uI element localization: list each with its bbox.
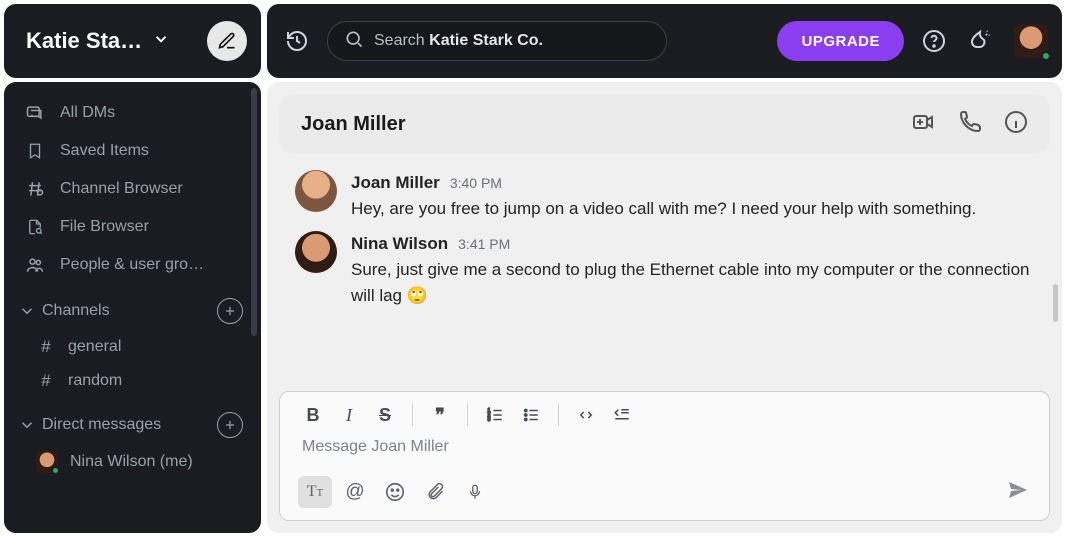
strike-button[interactable]: S	[370, 402, 400, 428]
conversation-actions	[910, 110, 1028, 139]
sidebar: Katie Sta… All DMs Saved Items	[4, 4, 261, 533]
message-input[interactable]: Message Joan Miller	[280, 432, 1049, 470]
add-video-button[interactable]	[910, 110, 936, 139]
toggle-formatting-button[interactable]: TT	[298, 476, 332, 508]
message-text: Hey, are you free to jump on a video cal…	[351, 196, 1034, 222]
avatar	[36, 451, 58, 473]
content: Joan Miller Joan Miller 3:40	[267, 82, 1062, 533]
presence-active-icon	[51, 466, 60, 475]
message-time: 3:41 PM	[458, 234, 510, 256]
dm-nina-wilson[interactable]: Nina Wilson (me)	[4, 444, 261, 480]
message-placeholder: Message Joan Miller	[302, 438, 449, 455]
divider	[467, 404, 468, 426]
emoji-button[interactable]	[378, 476, 412, 508]
presence-active-icon	[1041, 51, 1051, 61]
italic-button[interactable]: I	[334, 402, 364, 428]
search-workspace: Katie Stark Co.	[429, 32, 543, 49]
quote-button[interactable]: ❞	[425, 402, 455, 428]
search-input[interactable]: Search Katie Stark Co.	[327, 21, 667, 61]
channels-section: Channels	[4, 284, 261, 330]
codeblock-button[interactable]	[607, 402, 637, 428]
format-toolbar: B I S ❞ 123	[280, 392, 1049, 432]
nav-all-dms[interactable]: All DMs	[4, 94, 261, 132]
dm-toggle[interactable]: Direct messages	[18, 416, 161, 434]
search-prefix: Search	[374, 32, 429, 49]
messages-scrollbar[interactable]	[1053, 284, 1058, 322]
attach-button[interactable]	[418, 476, 452, 508]
history-button[interactable]	[281, 25, 313, 57]
channel-browser-icon	[24, 178, 46, 200]
add-channel-button[interactable]	[217, 298, 243, 324]
file-browser-icon	[24, 216, 46, 238]
people-icon	[24, 254, 46, 276]
search-placeholder: Search Katie Stark Co.	[374, 32, 543, 50]
nav-file-browser[interactable]: File Browser	[4, 208, 261, 246]
dm-name: Nina Wilson (me)	[70, 453, 193, 471]
nav-label: All DMs	[60, 104, 115, 122]
send-button[interactable]	[1005, 478, 1031, 507]
dm-section: Direct messages	[4, 398, 261, 444]
section-title: Direct messages	[42, 416, 161, 434]
conversation-header: Joan Miller	[279, 94, 1050, 154]
compose-button[interactable]	[207, 21, 247, 61]
nav-people[interactable]: People & user gro…	[4, 246, 261, 284]
svg-text:3: 3	[488, 417, 491, 423]
ordered-list-button[interactable]: 123	[480, 402, 510, 428]
call-button[interactable]	[958, 110, 982, 139]
search-icon	[344, 29, 364, 54]
composer-footer: TT @	[280, 470, 1049, 520]
section-title: Channels	[42, 302, 110, 320]
nav-saved-items[interactable]: Saved Items	[4, 132, 261, 170]
message-text: Sure, just give me a second to plug the …	[351, 257, 1034, 310]
add-dm-button[interactable]	[217, 412, 243, 438]
channel-name: random	[68, 372, 122, 390]
nav-label: People & user gro…	[60, 256, 204, 274]
composer: B I S ❞ 123	[279, 391, 1050, 521]
user-avatar[interactable]	[1014, 24, 1048, 58]
main: Search Katie Stark Co. UPGRADE Joan Mill…	[267, 4, 1062, 533]
info-button[interactable]	[1004, 110, 1028, 139]
divider	[558, 404, 559, 426]
nav-label: File Browser	[60, 218, 149, 236]
conversation-title: Joan Miller	[301, 113, 405, 136]
channel-random[interactable]: # random	[4, 364, 261, 398]
all-dms-icon	[24, 102, 46, 124]
bookmark-icon	[24, 140, 46, 162]
message-author: Joan Miller	[351, 170, 440, 196]
message-author: Nina Wilson	[351, 231, 448, 257]
avatar	[295, 231, 337, 273]
workspace-header: Katie Sta…	[4, 4, 261, 78]
message-list: Joan Miller 3:40 PM Hey, are you free to…	[267, 154, 1062, 391]
sidebar-scrollbar[interactable]	[251, 88, 257, 336]
nav-label: Saved Items	[60, 142, 149, 160]
sidebar-body: All DMs Saved Items Channel Browser File…	[4, 82, 261, 533]
channel-name: general	[68, 338, 121, 356]
workspace-name: Katie Sta…	[26, 28, 142, 54]
bold-button[interactable]: B	[298, 402, 328, 428]
message-time: 3:40 PM	[450, 173, 502, 195]
channels-toggle[interactable]: Channels	[18, 302, 110, 320]
hash-icon: #	[36, 337, 56, 357]
divider	[412, 404, 413, 426]
message[interactable]: Nina Wilson 3:41 PM Sure, just give me a…	[295, 227, 1034, 314]
workspace-switcher[interactable]: Katie Sta…	[26, 28, 170, 54]
code-button[interactable]	[571, 402, 601, 428]
mention-button[interactable]: @	[338, 476, 372, 508]
hash-icon: #	[36, 371, 56, 391]
message-body: Nina Wilson 3:41 PM Sure, just give me a…	[351, 231, 1034, 310]
whats-new-button[interactable]	[964, 25, 996, 57]
bullet-list-button[interactable]	[516, 402, 546, 428]
topbar: Search Katie Stark Co. UPGRADE	[267, 4, 1062, 78]
help-button[interactable]	[918, 25, 950, 57]
message[interactable]: Joan Miller 3:40 PM Hey, are you free to…	[295, 166, 1034, 227]
nav-channel-browser[interactable]: Channel Browser	[4, 170, 261, 208]
upgrade-button[interactable]: UPGRADE	[777, 21, 904, 61]
channel-general[interactable]: # general	[4, 330, 261, 364]
message-body: Joan Miller 3:40 PM Hey, are you free to…	[351, 170, 1034, 223]
audio-button[interactable]	[458, 476, 492, 508]
nav-label: Channel Browser	[60, 180, 183, 198]
chevron-down-icon	[152, 30, 170, 53]
avatar	[295, 170, 337, 212]
